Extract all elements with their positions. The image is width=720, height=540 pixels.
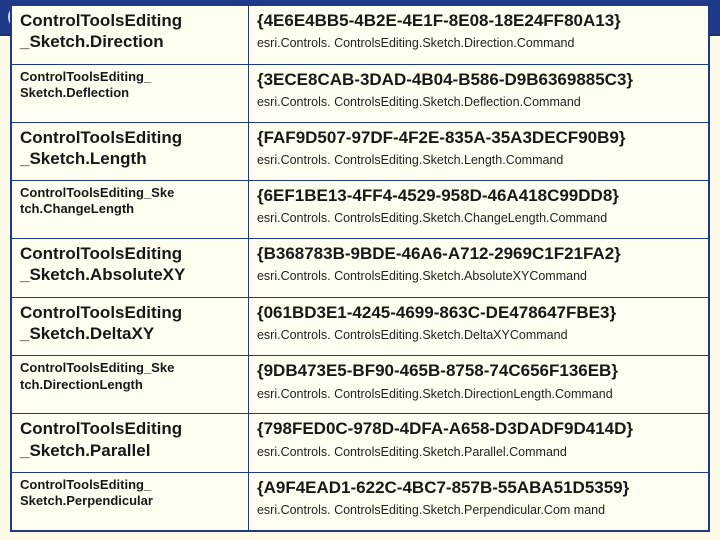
tool-name-cell: ControlToolsEditing _Sketch.AbsoluteXY xyxy=(12,239,249,298)
tool-guid: {A9F4EAD1-622C-4BC7-857B-55ABA51D5359} xyxy=(257,477,700,498)
tool-progid: esri.Controls. ControlsEditing.Sketch.Di… xyxy=(257,36,700,52)
commands-table-wrap: ControlToolsEditing _Sketch.Direction {4E… xyxy=(10,4,710,532)
tool-detail-cell: {3ECE8CAB-3DAD-4B04-B586-D9B6369885C3} es… xyxy=(248,64,708,122)
table-row: ControlToolsEditing_Ske tch.ChangeLength… xyxy=(12,181,709,239)
tool-guid: {4E6E4BB5-4B2E-4E1F-8E08-18E24FF80A13} xyxy=(257,10,700,31)
tool-detail-wrap: {9DB473E5-BF90-465B-8758-74C656F136EB} es… xyxy=(257,360,700,402)
tool-detail-wrap: {798FED0C-978D-4DFA-A658-D3DADF9D414D} es… xyxy=(257,418,700,460)
table-row: ControlToolsEditing_ Sketch.Deflection {3… xyxy=(12,64,709,122)
tool-name: ControlToolsEditing_Ske tch.DirectionLen… xyxy=(20,360,240,393)
tool-guid: {3ECE8CAB-3DAD-4B04-B586-D9B6369885C3} xyxy=(257,69,700,90)
tool-name-cell: ControlToolsEditing_ Sketch.Deflection xyxy=(12,64,249,122)
tool-detail-cell: {9DB473E5-BF90-465B-8758-74C656F136EB} es… xyxy=(248,356,708,414)
tool-name-cell: ControlToolsEditing _Sketch.Length xyxy=(12,122,249,181)
tool-name: ControlToolsEditing _Sketch.Parallel xyxy=(20,418,240,461)
commands-table: ControlToolsEditing _Sketch.Direction {4E… xyxy=(11,5,709,531)
tool-guid: {B368783B-9BDE-46A6-A712-2969C1F21FA2} xyxy=(257,243,700,264)
tool-detail-wrap: {A9F4EAD1-622C-4BC7-857B-55ABA51D5359} es… xyxy=(257,477,700,519)
tool-detail-cell: {6EF1BE13-4FF4-4529-958D-46A418C99DD8} es… xyxy=(248,181,708,239)
tool-name-cell: ControlToolsEditing _Sketch.Direction xyxy=(12,6,249,65)
tool-progid: esri.Controls. ControlsEditing.Sketch.Ab… xyxy=(257,269,700,285)
tool-detail-cell: {4E6E4BB5-4B2E-4E1F-8E08-18E24FF80A13} es… xyxy=(248,6,708,65)
tool-progid: esri.Controls. ControlsEditing.Sketch.Pa… xyxy=(257,445,700,461)
tool-guid: {6EF1BE13-4FF4-4529-958D-46A418C99DD8} xyxy=(257,185,700,206)
table-row: ControlToolsEditing_ Sketch.Perpendicula… xyxy=(12,473,709,531)
tool-name: ControlToolsEditing _Sketch.Length xyxy=(20,127,240,170)
tool-guid: {9DB473E5-BF90-465B-8758-74C656F136EB} xyxy=(257,360,700,381)
table-row: ControlToolsEditing_Ske tch.DirectionLen… xyxy=(12,356,709,414)
tool-detail-cell: {B368783B-9BDE-46A6-A712-2969C1F21FA2} es… xyxy=(248,239,708,298)
tool-name: ControlToolsEditing _Sketch.Direction xyxy=(20,10,240,53)
tool-name-cell: ControlToolsEditing_Ske tch.DirectionLen… xyxy=(12,356,249,414)
tool-detail-wrap: {B368783B-9BDE-46A6-A712-2969C1F21FA2} es… xyxy=(257,243,700,285)
tool-progid: esri.Controls. ControlsEditing.Sketch.Pe… xyxy=(257,503,700,519)
tool-name: ControlToolsEditing_Ske tch.ChangeLength xyxy=(20,185,240,218)
tool-progid: esri.Controls. ControlsEditing.Sketch.De… xyxy=(257,328,700,344)
slide-page: 江西理工大学 Developing GIS Applications with … xyxy=(0,0,720,540)
tool-detail-wrap: {FAF9D507-97DF-4F2E-835A-35A3DECF90B9} es… xyxy=(257,127,700,169)
tool-detail-cell: {FAF9D507-97DF-4F2E-835A-35A3DECF90B9} es… xyxy=(248,122,708,181)
table-row: ControlToolsEditing _Sketch.Length {FAF9D… xyxy=(12,122,709,181)
tool-progid: esri.Controls. ControlsEditing.Sketch.Ch… xyxy=(257,211,700,227)
tool-guid: {FAF9D507-97DF-4F2E-835A-35A3DECF90B9} xyxy=(257,127,700,148)
tool-guid: {798FED0C-978D-4DFA-A658-D3DADF9D414D} xyxy=(257,418,700,439)
tool-name-cell: ControlToolsEditing _Sketch.DeltaXY xyxy=(12,297,249,356)
table-row: ControlToolsEditing _Sketch.Direction {4E… xyxy=(12,6,709,65)
tool-detail-wrap: {061BD3E1-4245-4699-863C-DE478647FBE3} es… xyxy=(257,302,700,344)
tool-name: ControlToolsEditing _Sketch.DeltaXY xyxy=(20,302,240,345)
tool-name: ControlToolsEditing_ Sketch.Perpendicula… xyxy=(20,477,240,510)
tool-name-cell: ControlToolsEditing _Sketch.Parallel xyxy=(12,414,249,473)
tool-detail-wrap: {6EF1BE13-4FF4-4529-958D-46A418C99DD8} es… xyxy=(257,185,700,227)
tool-name-cell: ControlToolsEditing_Ske tch.ChangeLength xyxy=(12,181,249,239)
tool-name: ControlToolsEditing _Sketch.AbsoluteXY xyxy=(20,243,240,286)
tool-guid: {061BD3E1-4245-4699-863C-DE478647FBE3} xyxy=(257,302,700,323)
tool-detail-wrap: {3ECE8CAB-3DAD-4B04-B586-D9B6369885C3} es… xyxy=(257,69,700,111)
table-row: ControlToolsEditing _Sketch.DeltaXY {061B… xyxy=(12,297,709,356)
tool-detail-cell: {061BD3E1-4245-4699-863C-DE478647FBE3} es… xyxy=(248,297,708,356)
tool-progid: esri.Controls. ControlsEditing.Sketch.Di… xyxy=(257,387,700,403)
tool-detail-wrap: {4E6E4BB5-4B2E-4E1F-8E08-18E24FF80A13} es… xyxy=(257,10,700,52)
tool-progid: esri.Controls. ControlsEditing.Sketch.De… xyxy=(257,95,700,111)
table-row: ControlToolsEditing _Sketch.AbsoluteXY {B… xyxy=(12,239,709,298)
tool-name: ControlToolsEditing_ Sketch.Deflection xyxy=(20,69,240,102)
tool-progid: esri.Controls. ControlsEditing.Sketch.Le… xyxy=(257,153,700,169)
tool-name-cell: ControlToolsEditing_ Sketch.Perpendicula… xyxy=(12,473,249,531)
tool-detail-cell: {A9F4EAD1-622C-4BC7-857B-55ABA51D5359} es… xyxy=(248,473,708,531)
table-row: ControlToolsEditing _Sketch.Parallel {798… xyxy=(12,414,709,473)
tool-detail-cell: {798FED0C-978D-4DFA-A658-D3DADF9D414D} es… xyxy=(248,414,708,473)
